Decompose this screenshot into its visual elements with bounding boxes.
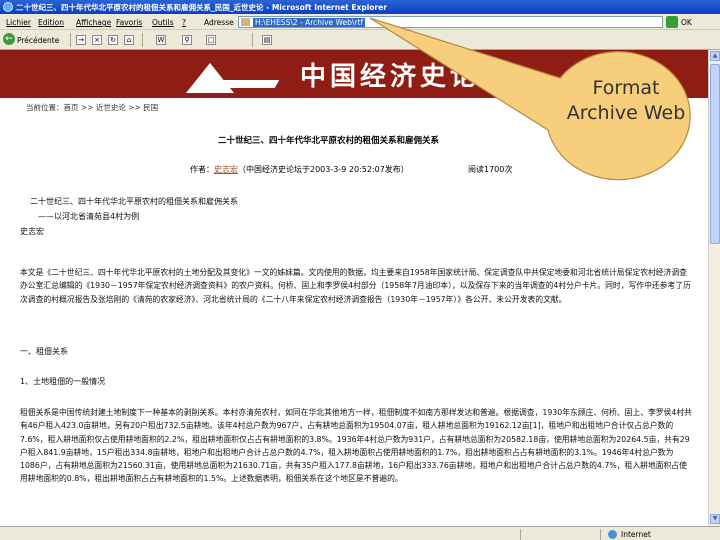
folder-icon (241, 18, 250, 26)
home-icon[interactable]: ⌂ (124, 35, 134, 45)
menu-favorites[interactable]: Favoris (116, 18, 142, 27)
author-line: 作者：史志宏（中国经济史论坛于2003-3-9 20:52:07发布） (190, 164, 409, 175)
menu-edit[interactable]: Edition (38, 18, 64, 27)
address-value[interactable]: H:\EHESS\2 - Archive Web\rtf (253, 18, 366, 27)
back-button[interactable]: Précédente (17, 36, 59, 45)
subsection-heading: 1、土地租佃的一般情况 (20, 377, 106, 386)
subtitle-line: ——以河北省清苑县4村为例 (38, 212, 140, 221)
refresh-icon[interactable]: ↻ (108, 35, 118, 45)
go-button[interactable]: OK (681, 18, 692, 27)
search-icon[interactable]: ⚲ (182, 35, 192, 45)
word-icon[interactable]: W (156, 35, 166, 45)
toolbar-separator (70, 33, 71, 47)
address-label: Adresse (204, 18, 234, 27)
address-bar[interactable]: H:\EHESS\2 - Archive Web\rtf (238, 16, 663, 28)
menu-help[interactable]: ? (182, 18, 186, 27)
publish-info: （中国经济史论坛于2003-3-9 20:52:07发布） (238, 165, 409, 174)
menu-bar: Lichier Edition Affichage Favoris Outils… (0, 14, 720, 30)
toolbar: ← Précédente → × ↻ ⌂ W ⚲ □ ▤ (0, 30, 720, 50)
status-separator (520, 529, 521, 540)
vertical-scrollbar[interactable]: ▲ ▼ (708, 50, 720, 526)
article-title: 二十世纪三、四十年代华北平原农村的租佃关系和雇佣关系 (218, 136, 440, 146)
print-icon[interactable]: ▤ (262, 35, 272, 45)
menu-file[interactable]: Lichier (6, 18, 31, 27)
internet-zone-icon (608, 530, 617, 539)
logo-triangle-icon (186, 63, 234, 93)
site-title: 中国经济史论坛 (300, 62, 511, 92)
status-separator (600, 529, 601, 540)
window-title: 二十世纪三、四十年代华北平原农村的租佃关系和雇佣关系_民国_近世史论 - Mic… (16, 3, 387, 12)
menu-tools[interactable]: Outils (152, 18, 174, 27)
callout-text: Format Archive Web (566, 77, 686, 124)
go-arrow-icon[interactable] (666, 16, 678, 28)
author-byline: 史志宏 (20, 227, 44, 236)
scroll-thumb[interactable] (710, 64, 720, 244)
stop-icon[interactable]: × (92, 35, 102, 45)
subtitle-line: 二十世纪三、四十年代华北平原农村的租佃关系和雇佣关系 (30, 197, 238, 206)
body-paragraph: 租佃关系是中国传统封建土地制度下一种基本的剥削关系。本村亦清苑农村，如同在华北其… (20, 408, 692, 484)
zone-label: Internet (621, 530, 651, 539)
scroll-down-icon[interactable]: ▼ (710, 514, 720, 524)
logo-band (212, 80, 280, 88)
back-arrow-icon[interactable]: ← (3, 33, 15, 45)
author-link[interactable]: 史志宏 (214, 165, 238, 174)
menu-view[interactable]: Affichage (76, 18, 111, 27)
view-count: 阅读1700次 (468, 165, 513, 174)
window-titlebar[interactable]: 二十世纪三、四十年代华北平原农村的租佃关系和雇佣关系_民国_近世史论 - Mic… (0, 0, 720, 14)
status-bar: Internet (0, 526, 720, 540)
toolbar-separator (252, 33, 253, 47)
section-heading: 一、租佃关系 (20, 347, 68, 356)
author-prefix: 作者： (190, 165, 214, 174)
breadcrumb[interactable]: 当前位置：首页 >> 近世史论 >> 民国 (26, 102, 158, 113)
intro-paragraph: 本文是《二十世纪三、四十年代华北平原农村的土地分配及其变化》一文的姊妹篇。文内使… (20, 268, 691, 304)
internet-explorer-icon (3, 2, 13, 12)
scroll-up-icon[interactable]: ▲ (710, 51, 720, 61)
forward-icon[interactable]: → (76, 35, 86, 45)
toolbar-separator (142, 33, 143, 47)
folder-icon[interactable]: □ (206, 35, 216, 45)
